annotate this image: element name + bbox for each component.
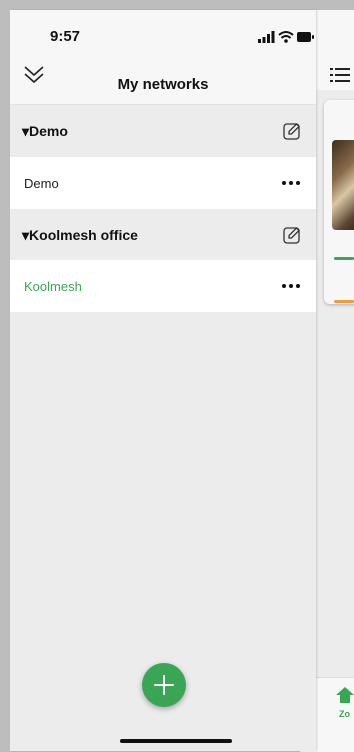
navigation-bar: My networks <box>10 54 316 105</box>
page-title: My networks <box>117 76 209 93</box>
network-row-koolmesh[interactable]: Koolmesh <box>10 260 316 312</box>
network-name-active[interactable]: Koolmesh <box>24 279 82 294</box>
networks-sheet: 9:57 My networks ▾Demo Demo ▾Koolmesh of… <box>10 10 316 751</box>
network-row-demo[interactable]: Demo <box>10 157 316 209</box>
list-icon[interactable] <box>330 65 350 85</box>
network-name[interactable]: Demo <box>24 176 59 191</box>
group-title[interactable]: ▾Demo <box>22 123 68 140</box>
add-network-button[interactable] <box>142 663 186 707</box>
more-options-icon[interactable] <box>282 181 302 187</box>
wifi-icon <box>278 31 294 43</box>
tab-zones-label[interactable]: Zo <box>339 709 350 719</box>
background-network-card[interactable] <box>324 100 354 304</box>
group-title[interactable]: ▾Koolmesh office <box>22 227 138 244</box>
more-options-icon[interactable] <box>282 284 302 290</box>
status-line-orange <box>334 300 354 303</box>
edit-icon[interactable] <box>283 226 301 244</box>
group-header-koolmesh-office[interactable]: ▾Koolmesh office <box>10 209 316 261</box>
room-photo <box>332 140 354 230</box>
status-icons <box>258 31 314 43</box>
caret-down-icon: ▾ <box>22 227 30 243</box>
battery-icon <box>297 32 314 42</box>
home-indicator <box>120 739 232 743</box>
group-header-demo[interactable]: ▾Demo <box>10 105 316 157</box>
status-time: 9:57 <box>50 28 81 45</box>
signal-icon <box>258 31 275 43</box>
status-bar: 9:57 <box>10 10 316 54</box>
status-line-green <box>334 257 354 260</box>
caret-down-icon: ▾ <box>22 123 30 139</box>
edit-icon[interactable] <box>283 122 301 140</box>
home-icon[interactable] <box>336 686 354 704</box>
